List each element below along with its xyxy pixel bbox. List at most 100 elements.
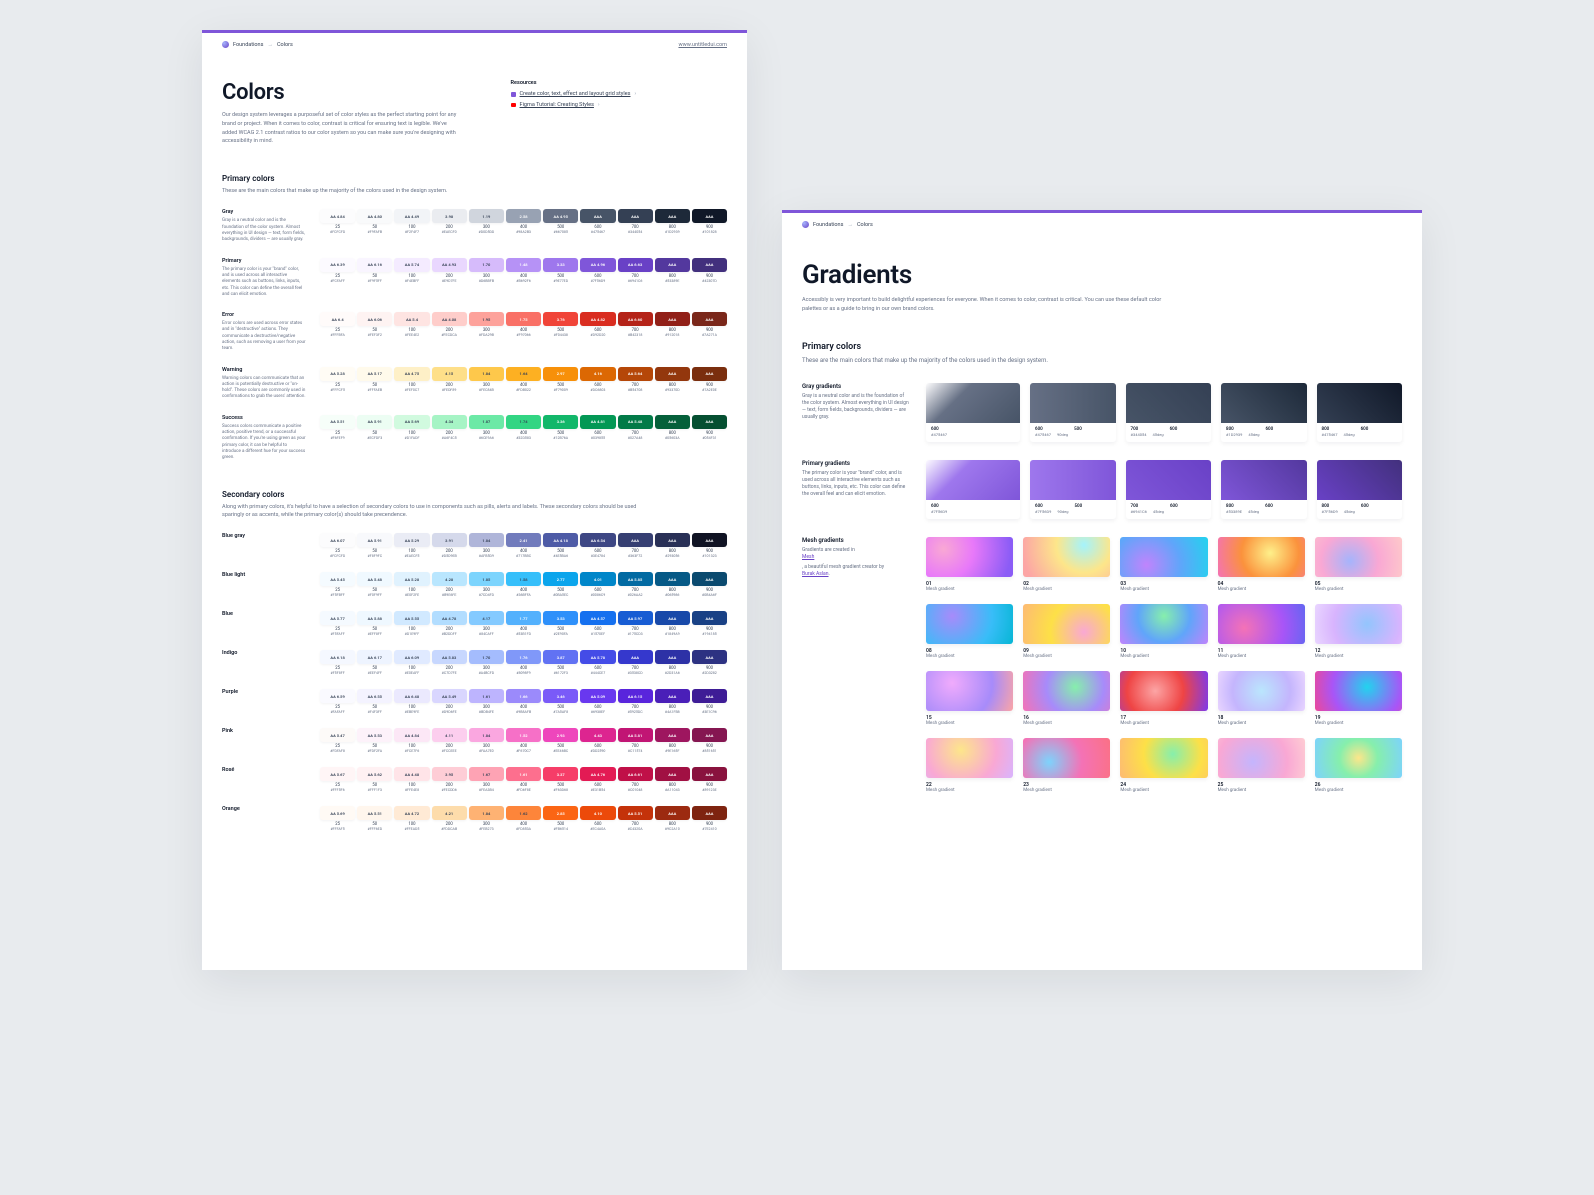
mesh-card[interactable]: 08 Mesh gradient [926,604,1013,659]
color-swatch[interactable]: 1.70 300 #A4BCFD [469,650,504,675]
color-swatch[interactable]: 1.67 300 #FEA3B4 [469,767,504,792]
color-swatch[interactable]: AA 6.59 25 #FAFAFF [320,689,355,714]
color-swatch[interactable]: AAA 900 #3E1C96 [692,689,727,714]
color-swatch[interactable]: AAA 900 #2D3282 [692,650,727,675]
color-swatch[interactable]: AA 6.39 25 #FCFAFF [320,258,355,298]
mesh-card[interactable]: 12 Mesh gradient [1315,604,1402,659]
color-swatch[interactable]: AAA 900 #7A2E0E [692,367,727,401]
color-swatch[interactable]: AA 4.49 100 #F2F4F7 [394,209,429,243]
color-swatch[interactable]: AAA 800 #293056 [655,533,690,558]
color-swatch[interactable]: AA 4.76 600 #E31B54 [580,767,615,792]
mesh-card[interactable]: 09 Mesh gradient [1023,604,1110,659]
color-swatch[interactable]: AA 4.95 500 #667085 [543,209,578,243]
color-swatch[interactable]: AAA 800 #9C2A10 [655,806,690,831]
color-swatch[interactable]: AA 5.77 25 #F5FAFF [320,611,355,636]
color-swatch[interactable]: AA 6.06 50 #FEF3F2 [357,312,392,352]
color-swatch[interactable]: 1.52 400 #F670C7 [506,728,541,753]
site-link[interactable]: www.untitledui.com [678,42,727,48]
color-swatch[interactable]: 1.61 300 #BDB4FE [469,689,504,714]
color-swatch[interactable]: AA 5.4 100 #FEE4E2 [394,312,429,352]
color-swatch[interactable]: AAA 700 #344054 [618,209,653,243]
color-swatch[interactable]: 1.61 400 #FD6F8E [506,767,541,792]
color-swatch[interactable]: 1.76 400 #8098F9 [506,650,541,675]
color-swatch[interactable]: 1.85 300 #7CD4FD [469,572,504,597]
color-swatch[interactable]: AA 4.80 50 #F9FAFB [357,209,392,243]
mesh-card[interactable]: 24 Mesh gradient [1120,738,1207,793]
mesh-card[interactable]: 25 Mesh gradient [1218,738,1305,793]
mesh-author-link[interactable]: Burak Aslan [802,571,829,577]
color-swatch[interactable]: AA 6.18 25 #F5F8FF [320,650,355,675]
gradient-card[interactable]: 800#53389E 45deg600 [1221,460,1306,519]
color-swatch[interactable]: 2.58 400 #98A2B3 [506,209,541,243]
color-swatch[interactable]: AA 5.85 700 #026AA2 [618,572,653,597]
color-swatch[interactable]: AAA 900 #7E2410 [692,806,727,831]
gradient-card[interactable]: 700#6941C6 45deg600 [1126,460,1212,519]
color-swatch[interactable]: AA 6.16 50 #F9F5FF [357,258,392,298]
color-swatch[interactable]: AAA 800 #A11043 [655,767,690,792]
color-swatch[interactable]: AA 5.64 700 #B54708 [618,367,653,401]
color-swatch[interactable]: 1.62 400 #FD853A [506,806,541,831]
color-swatch[interactable]: AAA 800 #1D2939 [655,209,690,243]
color-swatch[interactable]: AAA 900 #101323 [692,533,727,558]
color-swatch[interactable]: 3.98 200 #EAECF0 [432,209,467,243]
mesh-card[interactable]: 01 Mesh gradient [926,537,1013,592]
color-swatch[interactable]: 4.10 600 #EC4A0A [580,806,615,831]
color-swatch[interactable]: 3.95 200 #FECDD6 [432,767,467,792]
color-swatch[interactable]: 1.84 300 #FAA7E0 [469,728,504,753]
color-swatch[interactable]: 3.36 500 #12B76A [543,415,578,462]
color-swatch[interactable]: 1.64 400 #FDB022 [506,367,541,401]
mesh-card[interactable]: 19 Mesh gradient [1315,671,1402,726]
color-swatch[interactable]: 1.75 400 #F97066 [506,312,541,352]
color-swatch[interactable]: AA 5.29 100 #EAECF5 [394,533,429,558]
mesh-card[interactable]: 22 Mesh gradient [926,738,1013,793]
color-swatch[interactable]: 1.58 400 #36BFFA [506,572,541,597]
color-swatch[interactable]: AAA 800 #065986 [655,572,690,597]
color-swatch[interactable]: AAA 700 #363F72 [618,533,653,558]
crumb-root[interactable]: Foundations [813,222,843,228]
color-swatch[interactable]: AA 4.48 100 #FFE4E8 [394,767,429,792]
color-swatch[interactable]: AA 4.81 600 #039855 [580,415,615,462]
gradient-card[interactable]: 800#475467 45deg600 [1317,383,1403,442]
color-swatch[interactable]: 1.95 300 #FDA29B [469,312,504,352]
color-swatch[interactable]: 1.84 300 #FEC84B [469,367,504,401]
mesh-card[interactable]: 15 Mesh gradient [926,671,1013,726]
color-swatch[interactable]: AA 4.75 100 #FEF0C7 [394,367,429,401]
crumb-root[interactable]: Foundations [233,42,263,48]
color-swatch[interactable]: AA 6.07 25 #FCFCFD [320,533,355,558]
color-swatch[interactable]: 1.84 300 #AFB5D9 [469,533,504,558]
mesh-card[interactable]: 04 Mesh gradient [1218,537,1305,592]
color-swatch[interactable]: AA 4.18 500 #4E5BA6 [543,533,578,558]
color-swatch[interactable]: AA 4.72 100 #FFEAD5 [394,806,429,831]
color-swatch[interactable]: AA 5.48 50 #F0F9FF [357,572,392,597]
gradient-card[interactable]: 600#7F56D9 90deg500 [1030,460,1115,519]
color-swatch[interactable]: 1.70 300 #D6BBFB [469,258,504,298]
color-swatch[interactable]: AA 6.15 700 #5925DC [618,689,653,714]
color-swatch[interactable]: AA 4.84 100 #FCE7F6 [394,728,429,753]
resource-link[interactable]: Figma Tutorial: Creating Styles › [511,102,727,108]
color-swatch[interactable]: AA 5.53 50 #FDF2FA [357,728,392,753]
color-swatch[interactable]: AAA 800 #1849A9 [655,611,690,636]
color-swatch[interactable]: 1.66 400 #9B8AFB [506,689,541,714]
color-swatch[interactable]: AAA 800 #912018 [655,312,690,352]
color-swatch[interactable]: AA 5.47 25 #FDFAF8 [320,728,355,753]
color-swatch[interactable]: 1.87 300 #6CE9A6 [469,415,504,462]
color-swatch[interactable]: AA 4.78 200 #B2DDFF [432,611,467,636]
mesh-card[interactable]: 16 Mesh gradient [1023,671,1110,726]
color-swatch[interactable]: AAA 800 #93370D [655,367,690,401]
color-swatch[interactable]: AA 4.93 200 #E9D7FE [432,258,467,298]
color-swatch[interactable]: AA 5.83 200 #C7D7FE [432,650,467,675]
mesh-card[interactable]: 17 Mesh gradient [1120,671,1207,726]
color-swatch[interactable]: 2.77 500 #0BA5EC [543,572,578,597]
color-swatch[interactable]: 4.16 600 #DC6803 [580,367,615,401]
color-swatch[interactable]: AA 5.78 600 #444CE7 [580,650,615,675]
color-swatch[interactable]: 1.19 300 #D0D5DD [469,209,504,243]
mesh-card[interactable]: 26 Mesh gradient [1315,738,1402,793]
color-swatch[interactable]: 1.84 300 #FEB273 [469,806,504,831]
color-swatch[interactable]: AA 5.97 700 #175CD3 [618,611,653,636]
color-swatch[interactable]: AA 5.28 100 #E0F2FE [394,572,429,597]
color-swatch[interactable]: AA 5.91 50 #ECFDF3 [357,415,392,462]
color-swatch[interactable]: 3.37 500 #F63D68 [543,767,578,792]
color-swatch[interactable]: AA 6.63 700 #6941C6 [618,258,653,298]
color-swatch[interactable]: 3.33 500 #9E77ED [543,258,578,298]
color-swatch[interactable]: AAA 900 #054F31 [692,415,727,462]
